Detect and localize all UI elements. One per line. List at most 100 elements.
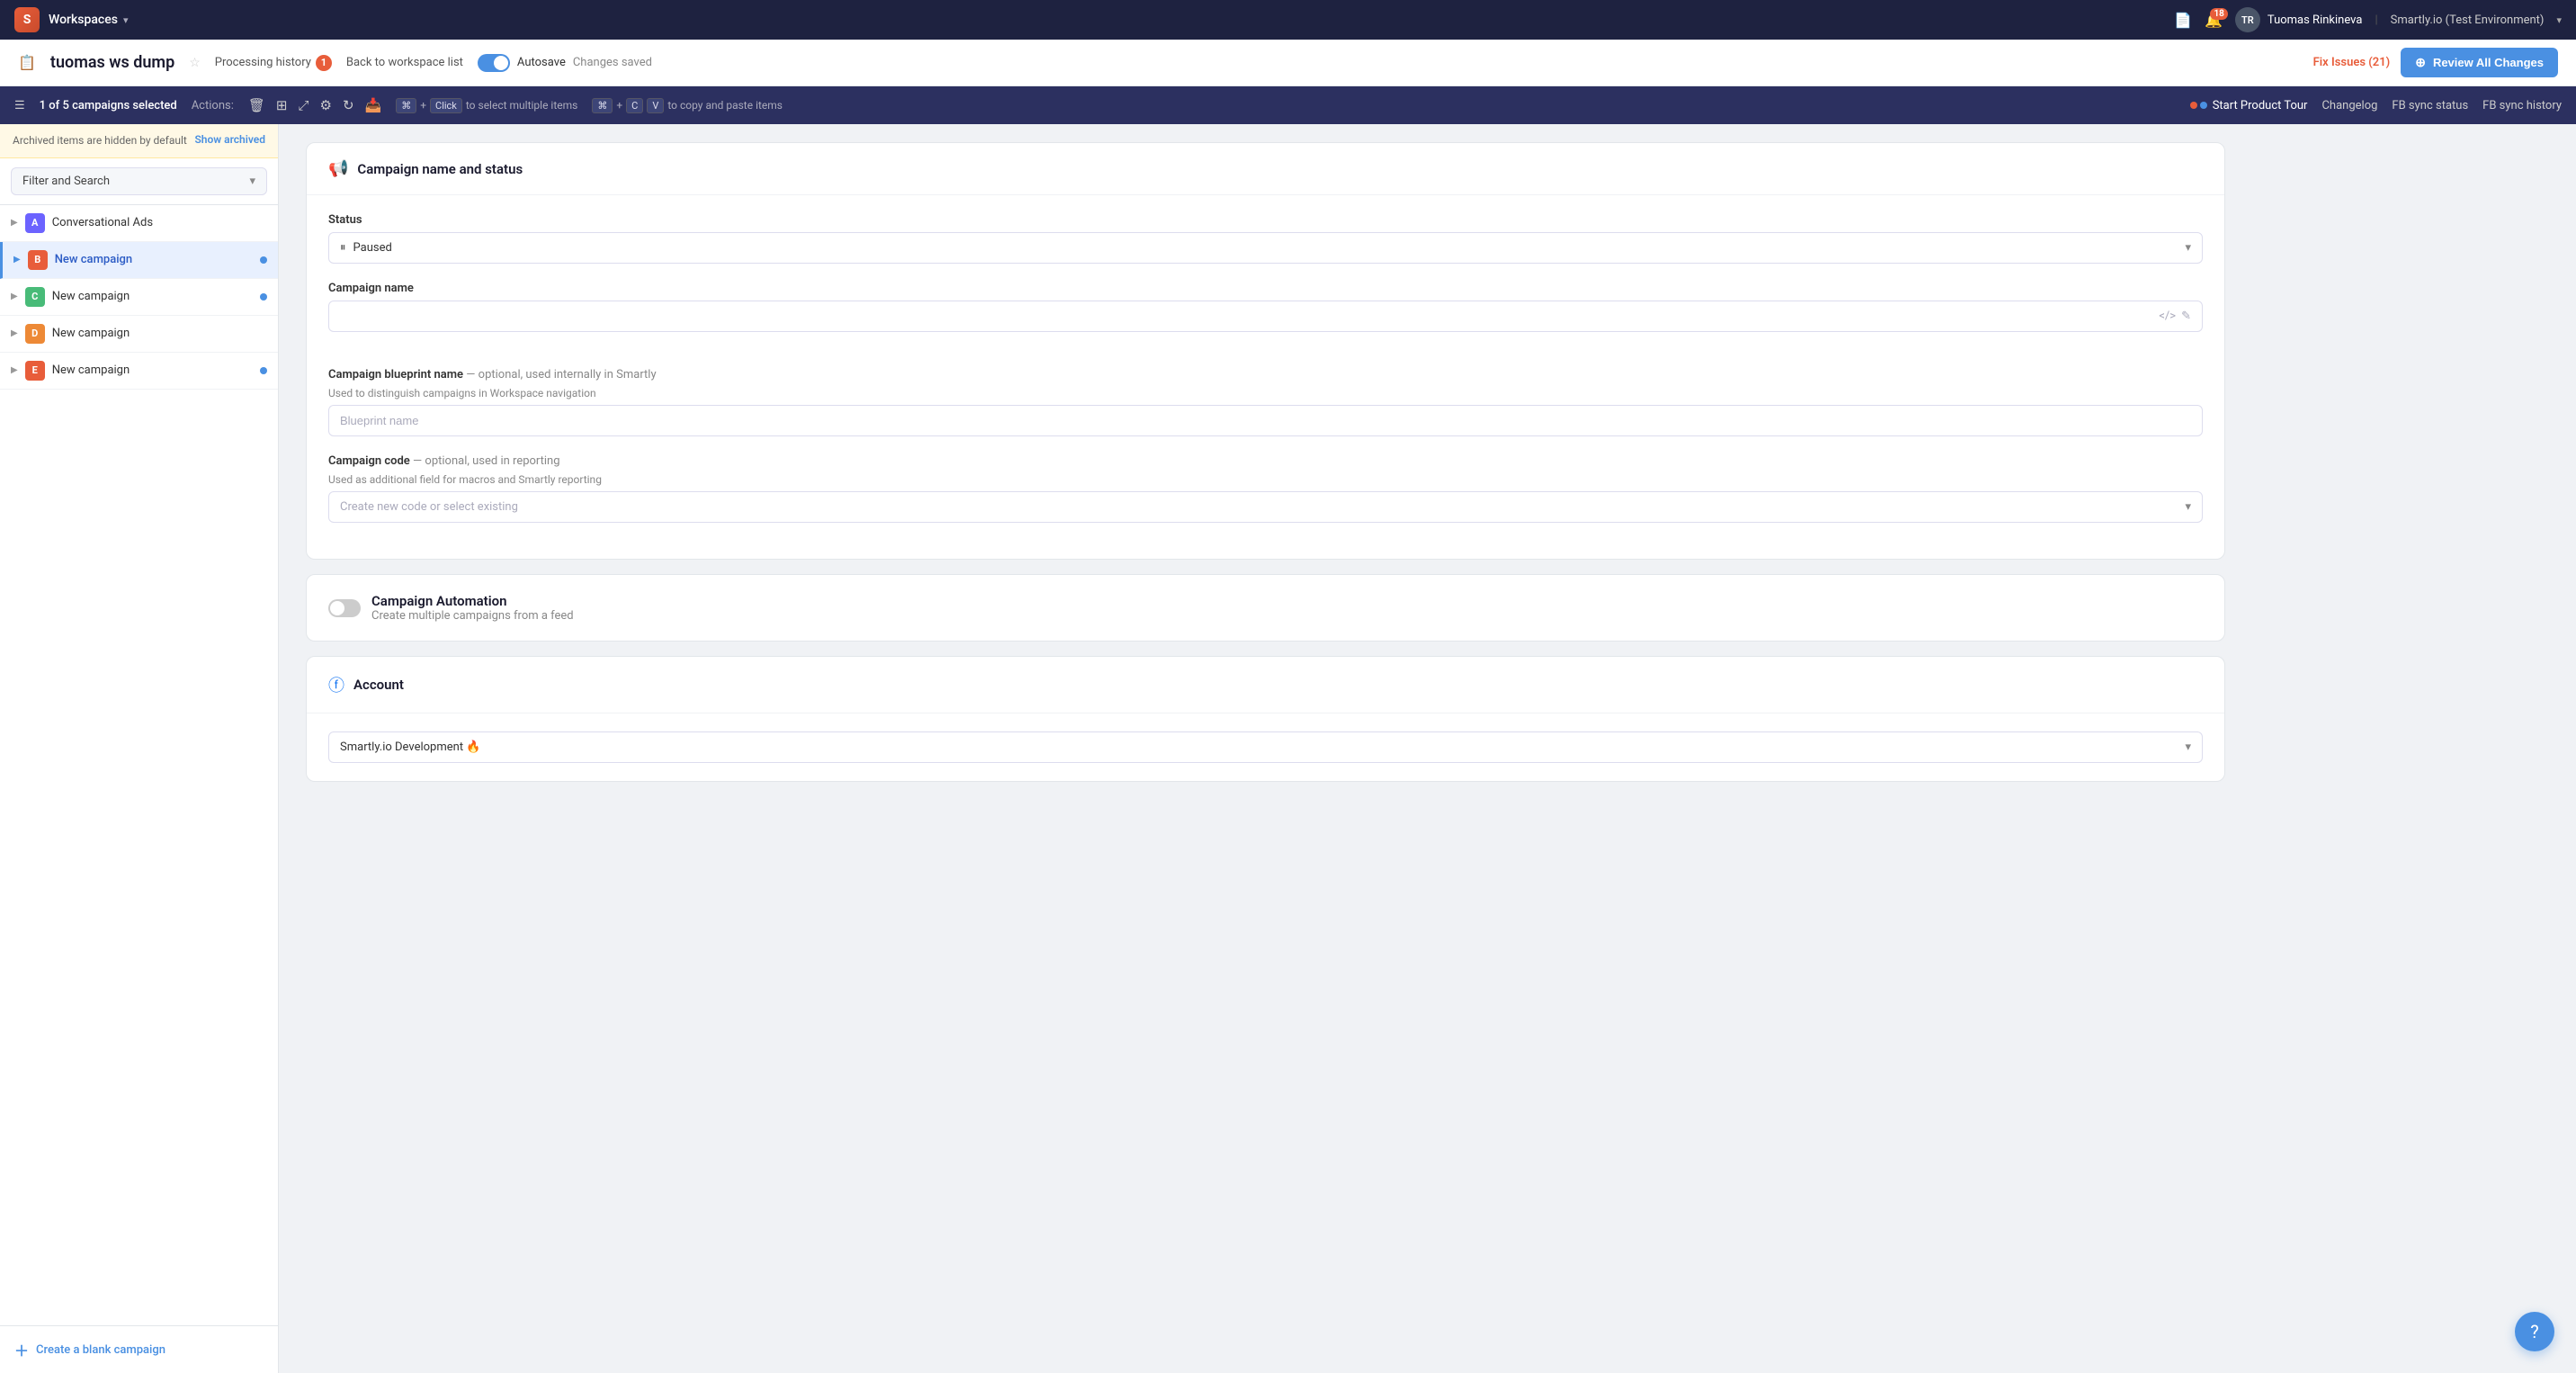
plus-icon: ＋: [14, 1339, 29, 1360]
second-bar-right: Fix Issues (21) ⊕ Review All Changes: [2313, 48, 2558, 77]
campaign-badge-b: B: [28, 250, 48, 270]
campaign-item[interactable]: ▶ C New campaign: [0, 279, 278, 316]
change-dot: [260, 256, 267, 264]
automation-info: Campaign Automation Create multiple camp…: [371, 593, 574, 623]
processing-history-link[interactable]: Processing history 1: [215, 55, 332, 71]
filter-bar: Filter and Search ▾: [0, 158, 278, 205]
expand-arrow-icon[interactable]: ▶: [11, 218, 18, 228]
autosave-label: Autosave: [517, 56, 566, 69]
create-campaign-button[interactable]: ＋ Create a blank campaign: [0, 1325, 278, 1373]
user-area[interactable]: TR Tuomas Rinkineva: [2235, 7, 2363, 32]
campaign-item[interactable]: ▶ D New campaign: [0, 316, 278, 353]
workspace-menu[interactable]: Workspaces ▾: [49, 13, 128, 27]
actions-label: Actions:: [192, 99, 234, 112]
expand-arrow-icon[interactable]: ▶: [11, 292, 18, 301]
review-icon: ⊕: [2415, 55, 2426, 70]
expand-icon[interactable]: ⤢: [298, 97, 309, 113]
user-name: Tuomas Rinkineva: [2267, 13, 2363, 27]
review-btn-label: Review All Changes: [2433, 56, 2544, 69]
campaign-name-form-group: Campaign name New campaign </> ✎: [328, 282, 2203, 332]
card-title: Campaign name and status: [357, 161, 523, 177]
second-bar-left: 📋 tuomas ws dump ☆ Processing history 1 …: [18, 53, 652, 72]
main-layout: Archived items are hidden by default Sho…: [0, 124, 2576, 1373]
pause-icon: ⏸: [340, 241, 346, 255]
processing-history-label: Processing history: [215, 56, 311, 69]
notifications-button[interactable]: 🔔 18: [2205, 12, 2223, 29]
show-archived-button[interactable]: Show archived: [194, 133, 265, 146]
avatar: TR: [2235, 7, 2260, 32]
refresh-icon[interactable]: ↻: [343, 97, 354, 113]
code-sublabel: Used as additional field for macros and …: [328, 473, 2203, 486]
input-icons: </> ✎: [2159, 310, 2191, 323]
expand-arrow-icon[interactable]: ▶: [11, 365, 18, 375]
environment-chevron-icon: ▾: [2556, 14, 2562, 26]
status-select[interactable]: ⏸ Paused ▾: [328, 232, 2203, 264]
change-dot: [260, 293, 267, 301]
changelog-link[interactable]: Changelog: [2321, 99, 2377, 112]
edit-icon: ✎: [2181, 310, 2191, 323]
action-icons: 🗑 ⊞ ⤢ ⚙ ↻ 📥: [248, 97, 381, 113]
help-button[interactable]: ?: [2515, 1312, 2554, 1351]
status-chevron-icon: ▾: [2185, 241, 2191, 255]
facebook-icon: ⓕ: [328, 673, 344, 696]
campaign-badge-d: D: [25, 324, 45, 344]
favorite-icon[interactable]: ☆: [189, 56, 201, 70]
shrink-icon[interactable]: ⊞: [276, 97, 288, 113]
settings-icon[interactable]: ⚙: [320, 97, 332, 113]
code-select[interactable]: Create new code or select existing ▾: [328, 491, 2203, 523]
selected-count-label: 1 of 5 campaigns selected: [40, 99, 177, 112]
back-to-workspace-link[interactable]: Back to workspace list: [346, 56, 463, 69]
workspace-title: tuomas ws dump: [50, 53, 174, 72]
action-bar-right: Start Product Tour Changelog FB sync sta…: [2190, 99, 2562, 112]
second-bar-links: Processing history 1 Back to workspace l…: [215, 55, 463, 71]
plus-label-2: +: [616, 99, 622, 112]
sidebar-toggle-icon[interactable]: ☰: [14, 99, 25, 112]
review-all-changes-button[interactable]: ⊕ Review All Changes: [2401, 48, 2558, 77]
campaign-name-label: Campaign name: [328, 282, 2203, 295]
campaign-label: Conversational Ads: [52, 216, 267, 229]
expand-arrow-icon[interactable]: ▶: [13, 255, 21, 265]
campaign-item[interactable]: ▶ A Conversational Ads: [0, 205, 278, 242]
docs-icon-button[interactable]: 📄: [2174, 12, 2192, 29]
fix-issues-button[interactable]: Fix Issues (21): [2313, 56, 2391, 69]
hint-copy-label: to copy and paste items: [667, 99, 783, 112]
hint-select-label: to select multiple items: [466, 99, 577, 112]
nav-divider: |: [2375, 13, 2377, 27]
code-icon: </>: [2159, 310, 2176, 323]
card-body: Status ⏸ Paused ▾ Campaign name New camp…: [307, 195, 2224, 368]
blueprint-section: Campaign blueprint name — optional, used…: [307, 368, 2224, 559]
tour-dot-red: [2190, 102, 2197, 109]
top-nav-left: S Workspaces ▾: [14, 7, 128, 32]
automation-title: Campaign Automation: [371, 593, 574, 609]
delete-icon[interactable]: 🗑: [248, 97, 265, 113]
code-placeholder: Create new code or select existing: [340, 500, 518, 514]
filter-search-button[interactable]: Filter and Search ▾: [11, 167, 267, 195]
code-form-group: Campaign code — optional, used in report…: [328, 454, 2203, 523]
status-label: Status: [328, 213, 2203, 227]
automation-toggle[interactable]: [328, 599, 361, 617]
product-tour-label: Start Product Tour: [2213, 99, 2308, 112]
expand-arrow-icon[interactable]: ▶: [11, 328, 18, 338]
fb-sync-history-link[interactable]: FB sync history: [2482, 99, 2562, 112]
processing-badge: 1: [316, 55, 332, 71]
fb-sync-status-link[interactable]: FB sync status: [2392, 99, 2468, 112]
account-select[interactable]: Smartly.io Development 🔥 ▾: [328, 731, 2203, 763]
archive-icon[interactable]: 📥: [365, 97, 382, 113]
account-card: ⓕ Account Smartly.io Development 🔥 ▾: [306, 656, 2225, 782]
help-icon: ?: [2530, 1321, 2538, 1342]
blueprint-name-input[interactable]: [328, 405, 2203, 436]
docs-icon: 📄: [2174, 12, 2192, 29]
v-key: V: [647, 98, 664, 113]
account-value: Smartly.io Development 🔥: [340, 740, 481, 754]
campaign-item[interactable]: ▶ E New campaign: [0, 353, 278, 390]
code-optional: — optional, used in reporting: [413, 454, 560, 468]
automation-header: Campaign Automation Create multiple camp…: [307, 575, 2224, 641]
megaphone-icon: 📢: [328, 159, 348, 178]
autosave-toggle[interactable]: [478, 54, 510, 72]
campaign-name-input[interactable]: New campaign: [340, 310, 2159, 323]
campaign-item[interactable]: ▶ B New campaign: [0, 242, 278, 279]
autosave-area: Autosave Changes saved: [478, 54, 652, 72]
product-tour-button[interactable]: Start Product Tour: [2190, 99, 2308, 112]
code-chevron-icon: ▾: [2185, 500, 2191, 514]
right-panel: [2252, 124, 2576, 1373]
